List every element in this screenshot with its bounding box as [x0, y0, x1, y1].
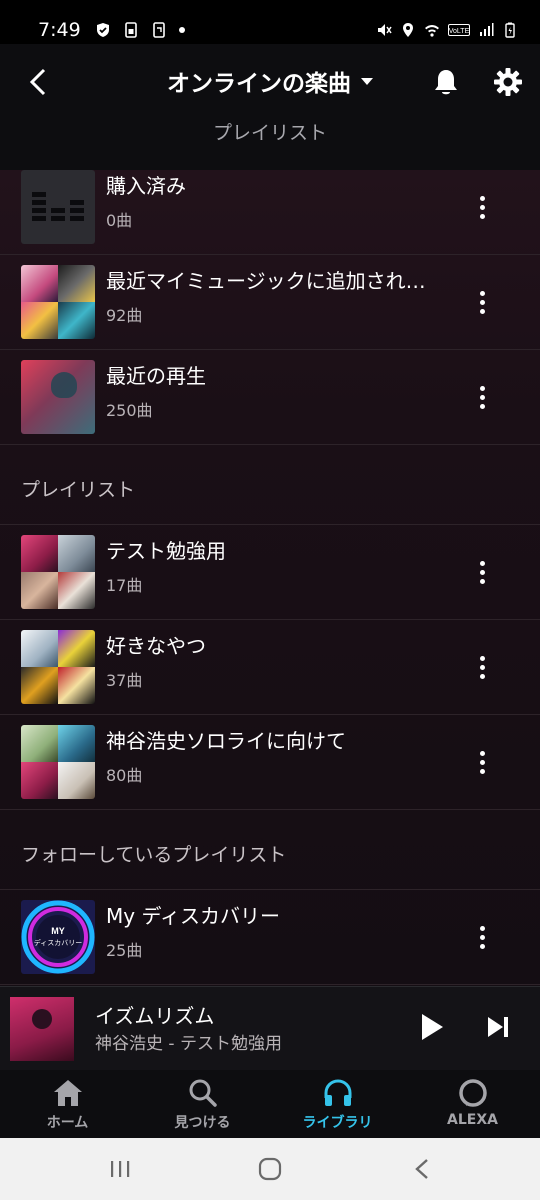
- home-icon: [53, 1080, 82, 1106]
- home-system-button[interactable]: [250, 1154, 290, 1184]
- more-options-button[interactable]: [466, 185, 498, 229]
- list-item-title: 好きなやつ: [106, 634, 206, 658]
- now-playing-title: イズムリズム: [95, 1004, 215, 1028]
- more-options-button[interactable]: [466, 645, 498, 689]
- list-item-recently-added[interactable]: 最近マイミュージックに追加され… 92曲: [0, 255, 540, 350]
- shield-check-icon: [96, 23, 109, 37]
- recent-apps-icon: [111, 1161, 130, 1177]
- list-item-count: 37曲: [106, 671, 143, 690]
- more-options-button[interactable]: [466, 740, 498, 784]
- bottom-navigation: ホーム 見つける ライブラリ ALEXA: [0, 1070, 540, 1138]
- list-item-title: 神谷浩史ソロライに向けて: [106, 729, 346, 753]
- purchased-thumbnail: [21, 170, 95, 244]
- page-subtitle: プレイリスト: [212, 122, 327, 144]
- list-item-title: My ディスカバリー: [106, 904, 281, 928]
- library-list[interactable]: 購入済み 0曲 最近マイミュージックに追加され… 92曲 最近の再生 250曲 …: [0, 170, 540, 986]
- section-title: プレイリスト: [21, 479, 136, 501]
- list-item-title: 購入済み: [106, 174, 186, 198]
- nav-alexa[interactable]: ALEXA: [405, 1070, 540, 1138]
- more-options-button[interactable]: [466, 915, 498, 959]
- source-dropdown[interactable]: オンラインの楽曲: [167, 64, 373, 98]
- back-button[interactable]: [20, 64, 56, 100]
- section-header-followed: フォローしているプレイリスト: [0, 810, 540, 890]
- settings-button[interactable]: [490, 64, 526, 100]
- recently-played-thumbnail: [21, 360, 95, 434]
- list-item-title: 最近マイミュージックに追加され…: [106, 269, 426, 293]
- signal-icon: [480, 23, 494, 36]
- battery-icon: [505, 22, 515, 38]
- list-item-count: 25曲: [106, 941, 143, 960]
- playlist-thumbnail: [21, 535, 95, 609]
- now-playing-artwork[interactable]: [10, 997, 74, 1061]
- list-item-count: 17曲: [106, 576, 143, 595]
- list-item-count: 80曲: [106, 766, 143, 785]
- more-options-button[interactable]: [466, 375, 498, 419]
- chevron-down-icon: [361, 77, 373, 85]
- notifications-button[interactable]: [428, 64, 464, 100]
- recent-apps-button[interactable]: [100, 1154, 140, 1184]
- back-system-button[interactable]: [402, 1154, 442, 1184]
- home-circle-icon: [258, 1157, 282, 1181]
- volte-icon: VoLTE: [448, 24, 470, 36]
- list-item-count: 0曲: [106, 211, 133, 230]
- nav-library[interactable]: ライブラリ: [270, 1070, 405, 1138]
- nav-home-label: ホーム: [46, 1115, 89, 1131]
- system-navigation-bar: [0, 1138, 540, 1200]
- play-button[interactable]: [414, 1009, 450, 1045]
- list-item-count: 92曲: [106, 306, 143, 325]
- location-icon: [403, 23, 413, 37]
- back-arrow-icon: [29, 68, 46, 96]
- section-title: フォローしているプレイリスト: [21, 844, 287, 866]
- list-item-title: テスト勉強用: [106, 539, 226, 563]
- nav-find[interactable]: 見つける: [135, 1070, 270, 1138]
- nav-find-label: 見つける: [174, 1115, 231, 1131]
- alexa-icon: [458, 1079, 487, 1107]
- notification-dot: [178, 27, 185, 33]
- play-icon: [422, 1014, 443, 1040]
- my-discovery-thumbnail: MY ディスカバリー: [21, 900, 95, 974]
- mute-icon: [378, 24, 392, 36]
- list-item-count: 250曲: [106, 401, 153, 420]
- sim-icon: [124, 22, 137, 38]
- headphones-icon: [324, 1079, 351, 1106]
- now-playing-subtitle: 神谷浩史 - テスト勉強用: [95, 1034, 282, 1054]
- page-title: オンラインの楽曲: [167, 71, 351, 97]
- nav-library-label: ライブラリ: [302, 1115, 373, 1131]
- section-header-playlists: プレイリスト: [0, 445, 540, 525]
- search-icon: [189, 1079, 217, 1107]
- discovery-art-text-1: MY: [51, 926, 65, 936]
- playlist-thumbnail: [21, 725, 95, 799]
- discovery-art-text-2: ディスカバリー: [34, 938, 83, 947]
- mini-player[interactable]: イズムリズム 神谷浩史 - テスト勉強用: [0, 986, 540, 1070]
- gear-icon: [494, 68, 522, 96]
- playlist-item[interactable]: テスト勉強用 17曲: [0, 525, 540, 620]
- playlist-item[interactable]: 好きなやつ 37曲: [0, 620, 540, 715]
- next-track-button[interactable]: [480, 1009, 516, 1045]
- nav-home[interactable]: ホーム: [0, 1070, 135, 1138]
- followed-playlist-item[interactable]: MY ディスカバリー My ディスカバリー 25曲: [0, 890, 540, 985]
- bell-icon: [435, 70, 457, 95]
- svg-text:VoLTE: VoLTE: [449, 28, 470, 35]
- nav-alexa-label: ALEXA: [447, 1112, 498, 1128]
- playlist-thumbnail: [21, 630, 95, 704]
- list-item-purchased[interactable]: 購入済み 0曲: [0, 170, 540, 255]
- wifi-icon: [425, 25, 439, 37]
- recently-added-thumbnail: [21, 265, 95, 339]
- more-options-button[interactable]: [466, 280, 498, 324]
- status-time: 7:49: [38, 19, 81, 41]
- playlist-item[interactable]: 神谷浩史ソロライに向けて 80曲: [0, 715, 540, 810]
- app-header: オンラインの楽曲 プレイリスト: [0, 44, 540, 170]
- skip-next-icon: [488, 1017, 508, 1037]
- screenshot-icon: [152, 22, 165, 38]
- discovery-art-icon: MY ディスカバリー: [21, 900, 95, 974]
- list-item-recently-played[interactable]: 最近の再生 250曲: [0, 350, 540, 445]
- equalizer-icon: [32, 192, 84, 221]
- back-chevron-icon: [415, 1159, 428, 1179]
- more-options-button[interactable]: [466, 550, 498, 594]
- list-item-title: 最近の再生: [106, 364, 206, 388]
